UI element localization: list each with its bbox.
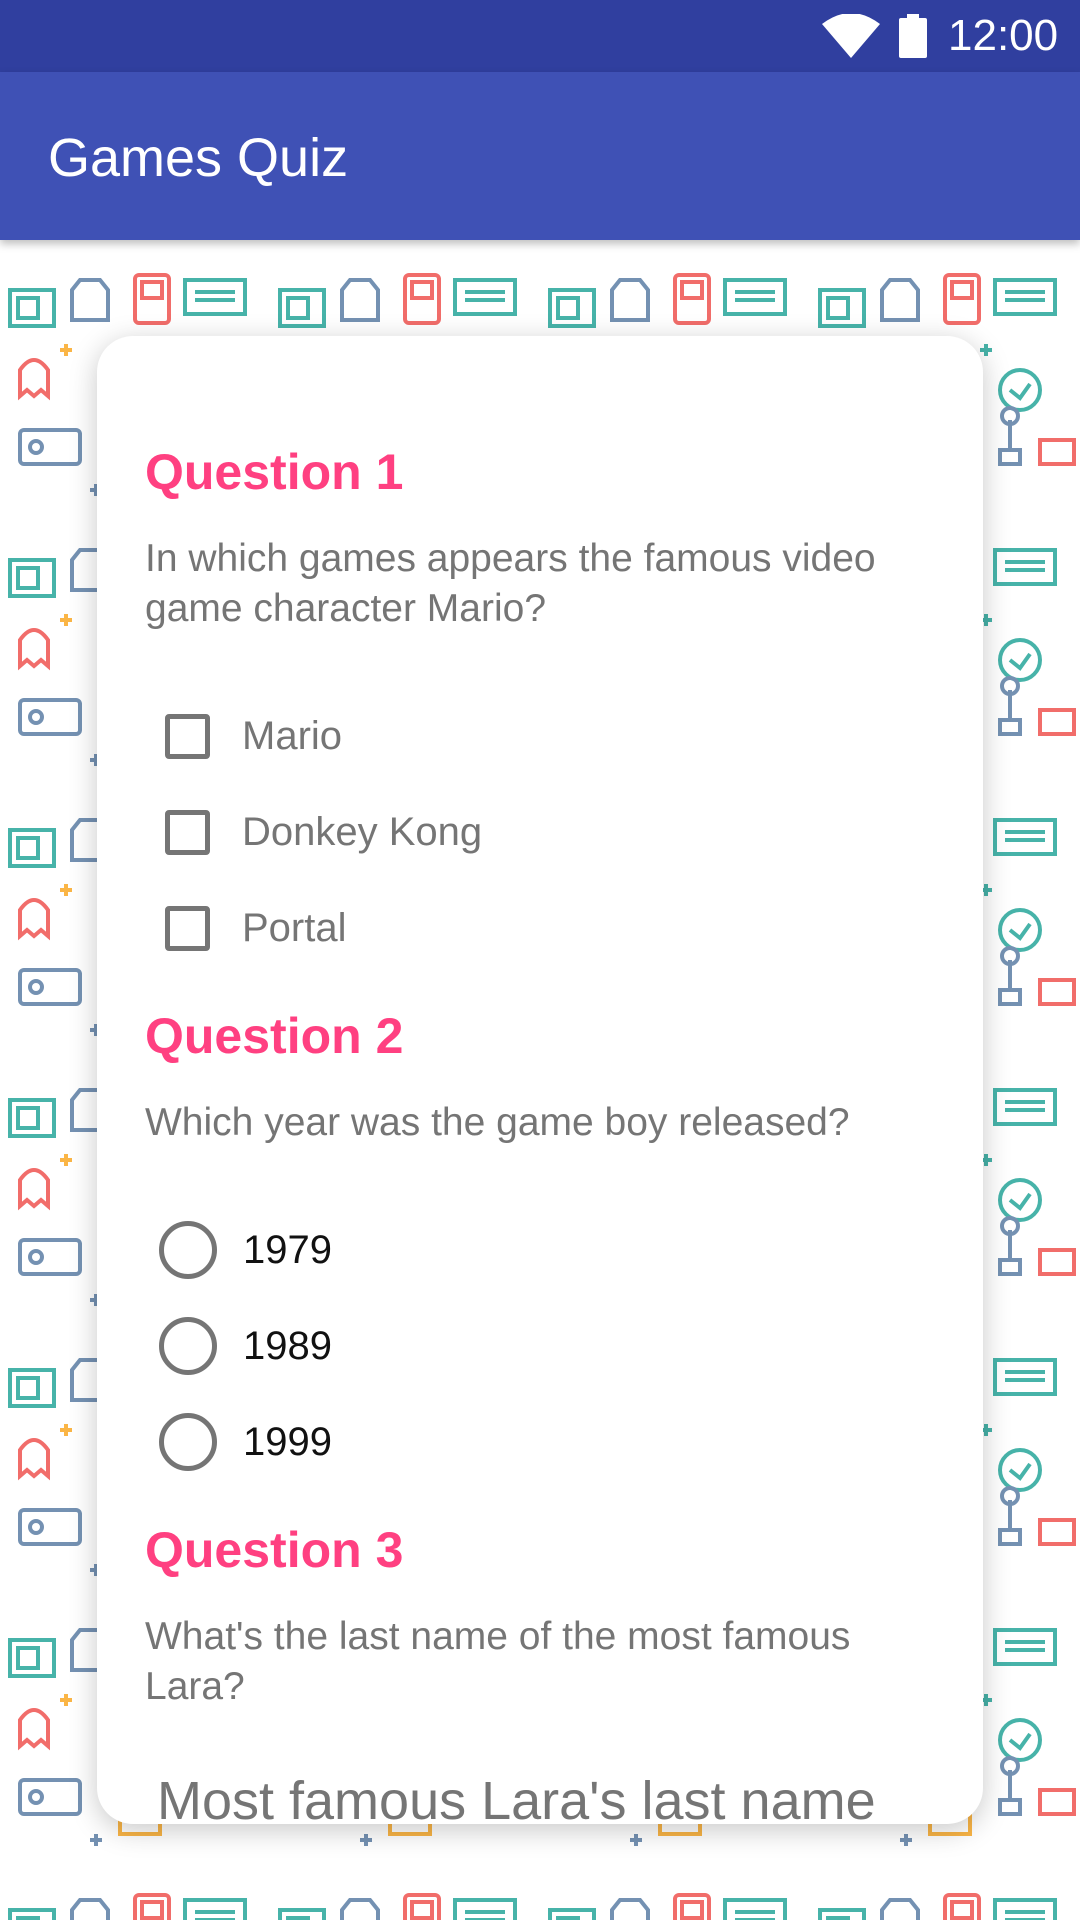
checkbox-option-donkey-kong[interactable]: Donkey Kong <box>165 802 482 862</box>
question-1-title: Question 1 <box>145 444 404 500</box>
option-label: Donkey Kong <box>242 809 483 854</box>
checkbox-option-portal[interactable]: Portal <box>165 898 347 958</box>
checkbox[interactable] <box>165 713 210 759</box>
question-1-text: In which games appears the famous video … <box>145 537 876 630</box>
clock: 12:00 <box>948 11 1059 60</box>
radio-button[interactable] <box>159 1221 217 1279</box>
app-title: Games Quiz <box>48 128 349 188</box>
question-2-text: Which year was the game boy released? <box>145 1101 850 1144</box>
last-name-input[interactable] <box>157 1766 957 1824</box>
question-2-title: Question 2 <box>145 1008 404 1064</box>
question-3-title: Question 3 <box>145 1522 404 1578</box>
radio-button[interactable] <box>159 1317 217 1375</box>
checkbox-option-mario[interactable]: Mario <box>165 706 342 766</box>
option-label: Mario <box>242 713 343 758</box>
radio-option-1999[interactable]: 1999 <box>159 1412 332 1472</box>
status-bar: 12:00 <box>0 0 1080 72</box>
wifi-icon <box>822 14 880 58</box>
option-label: 1999 <box>243 1419 332 1464</box>
radio-option-1979[interactable]: 1979 <box>159 1220 332 1280</box>
app-bar: Games Quiz <box>0 72 1080 240</box>
checkbox[interactable] <box>165 809 210 855</box>
option-label: 1989 <box>243 1323 332 1368</box>
checkbox[interactable] <box>165 905 210 951</box>
option-label: 1979 <box>243 1227 332 1272</box>
battery-icon <box>899 14 927 58</box>
question-3-text: What's the last name of the most famous … <box>145 1615 851 1708</box>
radio-button[interactable] <box>159 1413 217 1471</box>
option-label: Portal <box>242 905 347 950</box>
radio-option-1989[interactable]: 1989 <box>159 1316 332 1376</box>
quiz-card: Question 1 In which games appears the fa… <box>97 336 983 1824</box>
